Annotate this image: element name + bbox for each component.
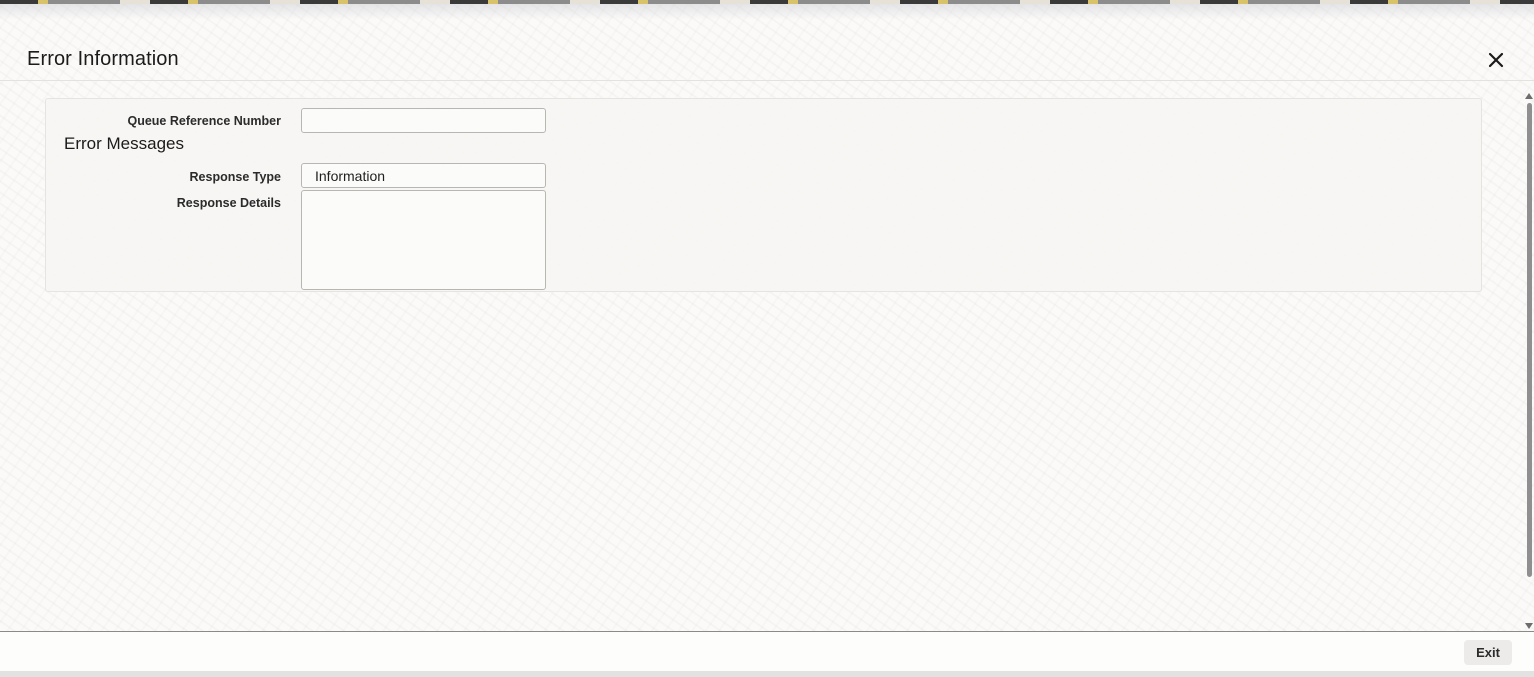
bottom-strip xyxy=(0,671,1534,677)
dialog-title: Error Information xyxy=(27,48,179,70)
form-panel: Queue Reference Number Error Messages Re… xyxy=(45,98,1482,292)
scrollbar-thumb[interactable] xyxy=(1527,103,1532,577)
close-button[interactable] xyxy=(1484,49,1508,71)
header-divider xyxy=(0,80,1534,81)
scroll-up-arrow-icon[interactable] xyxy=(1525,93,1533,99)
response-details-textarea[interactable] xyxy=(301,190,546,290)
queue-reference-input[interactable] xyxy=(301,108,546,133)
dialog-footer: Exit xyxy=(0,632,1534,671)
exit-button[interactable]: Exit xyxy=(1464,640,1512,665)
dialog-header: Error Information xyxy=(0,40,1534,80)
response-type-input[interactable] xyxy=(301,163,546,188)
response-details-label: Response Details xyxy=(176,196,281,210)
top-haze xyxy=(0,4,1534,20)
response-type-label: Response Type xyxy=(189,170,281,184)
scroll-down-arrow-icon[interactable] xyxy=(1525,623,1533,629)
queue-reference-label: Queue Reference Number xyxy=(127,114,281,128)
error-messages-heading: Error Messages xyxy=(64,134,184,153)
close-icon xyxy=(1488,52,1504,68)
error-information-dialog: Error Information Queue Reference Number… xyxy=(0,0,1534,677)
vertical-scrollbar[interactable] xyxy=(1524,93,1534,631)
